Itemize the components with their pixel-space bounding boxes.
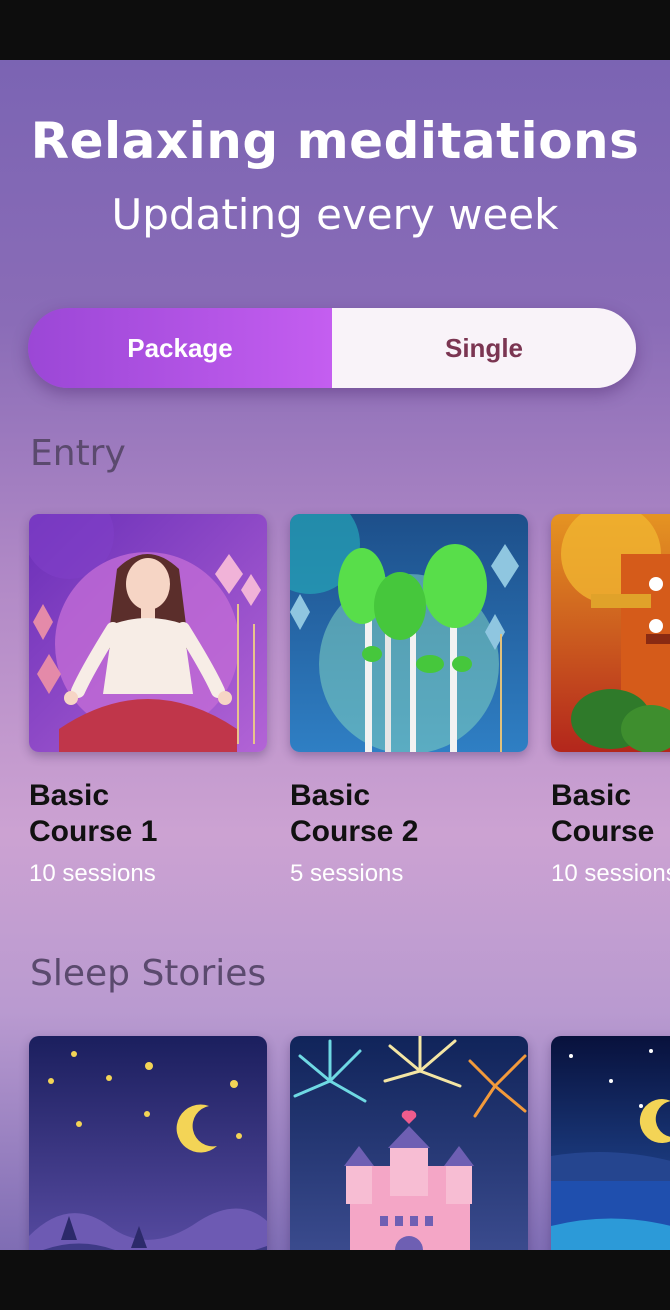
package-tab[interactable]: Package [28,308,332,388]
story-card[interactable] [290,1036,528,1250]
meditating-woman-image [29,514,267,752]
forest-trees-image [290,514,528,752]
session-count: 5 sessions [290,860,404,887]
course-card[interactable]: Basic Course 1 10 sessions [29,514,267,888]
course-title: Basic Course 2 [290,779,419,848]
status-bar [0,0,670,60]
app-screen: Relaxing meditations Updating every week… [0,60,670,1250]
section-title-entry: Entry [30,433,126,474]
story-card[interactable] [29,1036,267,1250]
session-count: 10 sessions [551,860,670,887]
course-title: Basic Course 1 [29,779,158,848]
package-single-toggle: Package Single [28,308,636,388]
session-count: 10 sessions [29,860,156,887]
page-title: Relaxing meditations [30,112,640,170]
single-tab[interactable]: Single [332,308,636,388]
story-card[interactable] [551,1036,670,1250]
moon-night-sky-image [29,1036,267,1250]
navigation-bar [0,1250,670,1310]
castle-fireworks-image [290,1036,528,1250]
section-title-sleep-stories: Sleep Stories [30,953,267,994]
course-card[interactable]: Basic Course 2 5 sessions [290,514,528,888]
course-card[interactable]: Basic Course 10 sessions [551,514,670,888]
page-subtitle: Updating every week [111,190,559,239]
moon-over-lake-image [551,1036,670,1250]
course-title: Basic Course [551,779,655,848]
totem-sunset-image [551,514,670,752]
